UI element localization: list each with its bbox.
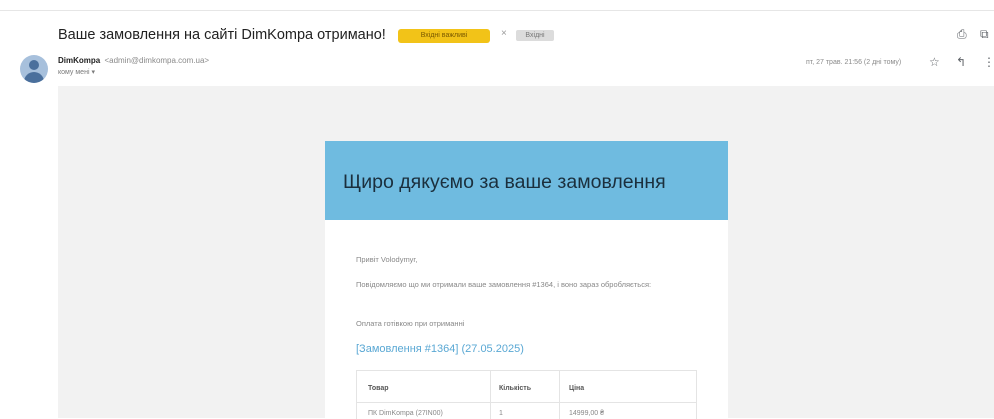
table-cell-quantity: 1 [499, 410, 503, 417]
recipient-details[interactable]: кому мені ▾ [58, 68, 95, 76]
table-header-price: Ціна [569, 385, 585, 392]
table-column-divider [559, 371, 560, 419]
avatar-head [29, 60, 39, 70]
card-title: Щиро дякуємо за ваше замовлення [343, 171, 666, 193]
sender-email: <admin@dimkompa.com.ua> [104, 56, 210, 65]
table-cell-price: 14999,00 ₴ [569, 410, 605, 417]
payment-method-text: Оплата готівкою при отриманні [356, 319, 465, 328]
avatar-body [24, 72, 44, 83]
order-notice-text: Повідомляємо що ми отримали ваше замовле… [356, 280, 652, 289]
email-date: пт, 27 трав. 21:56 (2 дні тому) [806, 59, 902, 66]
table-header-quantity: Кількість [499, 385, 532, 392]
order-table: Товар Кількість Ціна ПК DimKompa (27IN00… [356, 370, 697, 419]
label-badge-important[interactable]: Вхідні важливі [398, 29, 490, 43]
more-options-icon[interactable]: ⋮ [983, 55, 994, 69]
table-header-product: Товар [368, 385, 389, 392]
email-subject: Ваше замовлення на сайті DimKompa отрима… [58, 27, 386, 43]
sender-avatar [20, 55, 48, 83]
table-cell-product: ПК DimKompa (27IN00) [368, 410, 443, 417]
sender-name: DimKompa [58, 56, 101, 65]
sender-line: DimKompa <admin@dimkompa.com.ua> [58, 56, 209, 65]
top-divider [0, 10, 994, 11]
order-link[interactable]: [Замовлення #1364] (27.05.2025) [356, 343, 524, 355]
reply-icon[interactable]: ↰ [956, 55, 966, 69]
table-row-divider [357, 402, 696, 403]
label-chip-inbox[interactable]: Вхідні [516, 30, 554, 41]
remove-label-icon[interactable]: × [501, 28, 507, 39]
print-icon[interactable]: ⎙ [957, 27, 967, 42]
table-column-divider [490, 371, 491, 419]
open-in-new-window-icon[interactable]: ⧉ [980, 27, 989, 42]
greeting-text: Привіт Volodymyr, [356, 255, 418, 264]
star-icon[interactable]: ☆ [929, 55, 940, 69]
